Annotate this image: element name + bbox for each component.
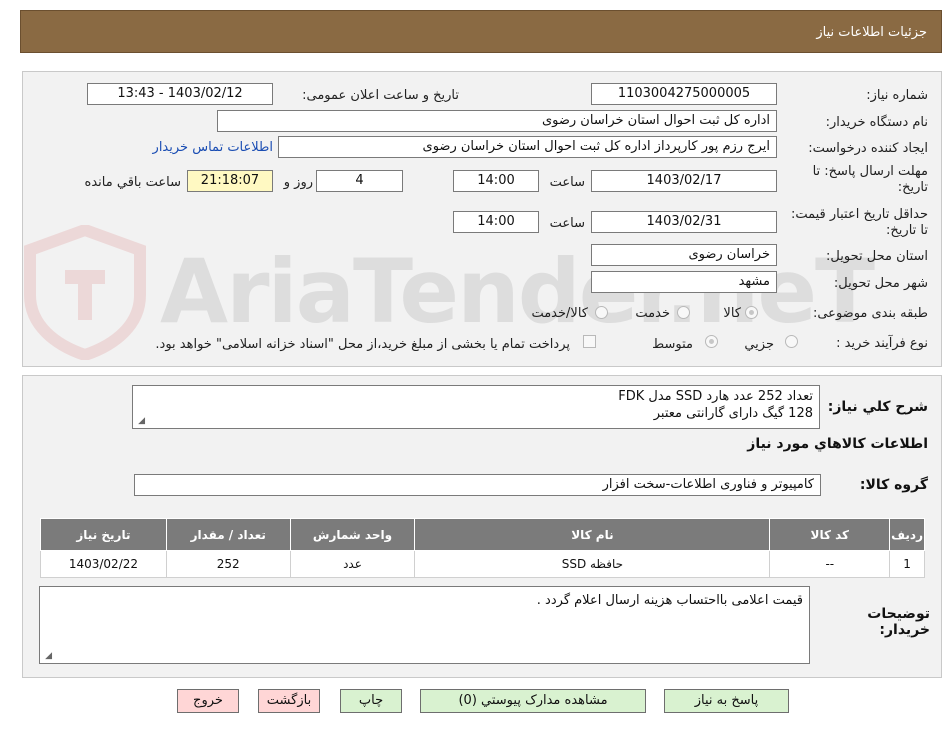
purchase-medium-label: متوسط — [652, 337, 693, 352]
need-description-label: شرح کلي نياز: — [827, 399, 928, 415]
need-number-label: شماره نیاز: — [866, 88, 928, 103]
buyer-org-label: نام دستگاه خریدار: — [825, 115, 928, 130]
reply-button[interactable]: پاسخ به نیاز — [664, 689, 789, 713]
category-goods-service-label: کالا/خدمت — [531, 306, 588, 321]
buyer-contact-link[interactable]: اطلاعات تماس خریدار — [153, 140, 273, 155]
col-code-header: کد کالا — [769, 518, 891, 551]
col-qty-header: تعداد / مقدار — [165, 518, 291, 551]
days-remaining-field: 4 — [316, 170, 403, 192]
purchase-type-label: نوع فرآیند خرید : — [836, 336, 928, 351]
col-name-header: نام کالا — [414, 518, 771, 551]
col-unit-header: واحد شمارش — [289, 518, 416, 551]
validity-label: حداقل تاریخ اعتبار قیمت: تا تاریخ: — [790, 207, 928, 238]
goods-section-title: اطلاعات کالاهاي مورد نياز — [747, 436, 928, 452]
province-field: خراسان رضوی — [591, 244, 777, 266]
validity-time-label: ساعت — [549, 216, 585, 231]
resize-handle-icon[interactable]: ◢ — [135, 416, 145, 426]
category-radio-goods-service[interactable] — [595, 306, 608, 319]
goods-group-label: گروه کالا: — [859, 477, 928, 493]
resize-handle-icon[interactable]: ◢ — [42, 651, 52, 661]
validity-date-field: 1403/02/31 — [591, 211, 777, 233]
buyer-notes-text: قیمت اعلامی بااحتساب هزینه ارسال اعلام گ… — [536, 593, 803, 608]
buyer-notes-label: توضیحات خریدار: — [867, 606, 930, 638]
page-header: جزئیات اطلاعات نیاز — [20, 10, 942, 53]
deadline-time-label: ساعت — [549, 175, 585, 190]
days-label: روز و — [283, 175, 313, 190]
goods-table: رديف کد کالا نام کالا واحد شمارش تعداد /… — [40, 518, 925, 578]
validity-time-field: 14:00 — [453, 211, 539, 233]
category-service-label: خدمت — [635, 306, 670, 321]
exit-button[interactable]: خروج — [177, 689, 239, 713]
print-button[interactable]: چاپ — [340, 689, 402, 713]
announce-label: تاریخ و ساعت اعلان عمومی: — [302, 88, 459, 103]
row-number-cell: 1 — [889, 550, 925, 578]
province-label: استان محل تحویل: — [826, 249, 928, 264]
page-title: جزئیات اطلاعات نیاز — [816, 25, 927, 40]
announce-date-field: 1403/02/12 - 13:43 — [87, 83, 273, 105]
view-attachments-button[interactable]: مشاهده مدارک پیوستي (0) — [420, 689, 646, 713]
category-radio-goods[interactable] — [745, 306, 758, 319]
requester-field: ایرج رزم پور کارپرداز اداره کل ثبت احوال… — [278, 136, 777, 158]
back-button[interactable]: بازگشت — [258, 689, 320, 713]
unit-cell: عدد — [289, 550, 416, 578]
remaining-time-field: 21:18:07 — [187, 170, 273, 192]
payment-note: پرداخت تمام یا بخشی از مبلغ خرید،از محل … — [155, 337, 570, 352]
category-label: طبقه بندی موضوعی: — [812, 306, 928, 321]
need-description-line-2: 128 گیگ دارای گارانتی معتبر — [653, 406, 813, 421]
quantity-cell: 252 — [165, 550, 291, 578]
goods-table-header: رديف کد کالا نام کالا واحد شمارش تعداد /… — [40, 518, 925, 551]
requester-label: ایجاد کننده درخواست: — [808, 141, 928, 156]
buyer-org-field: اداره کل ثبت احوال استان خراسان رضوی — [217, 110, 777, 132]
item-code-cell: -- — [769, 550, 891, 578]
deadline-label: مهلت ارسال پاسخ: تا تاریخ: — [812, 164, 928, 195]
purchase-radio-minor[interactable] — [785, 335, 798, 348]
purchase-minor-label: جزیي — [744, 337, 774, 352]
deadline-time-field: 14:00 — [453, 170, 539, 192]
deadline-date-field: 1403/02/17 — [591, 170, 777, 192]
need-date-cell: 1403/02/22 — [40, 550, 167, 578]
item-name-cell: حافظه SSD — [414, 550, 771, 578]
city-field: مشهد — [591, 271, 777, 293]
goods-table-grid: رديف کد کالا نام کالا واحد شمارش تعداد /… — [40, 518, 925, 578]
col-row-header: رديف — [889, 518, 925, 551]
category-goods-label: کالا — [723, 306, 741, 321]
buyer-notes-field: قیمت اعلامی بااحتساب هزینه ارسال اعلام گ… — [39, 586, 810, 664]
category-radio-service[interactable] — [677, 306, 690, 319]
remaining-label: ساعت باقي مانده — [84, 175, 181, 190]
col-date-header: تاریخ نیاز — [40, 518, 167, 551]
need-description-field: تعداد 252 عدد هارد SSD مدل FDK 128 گیگ د… — [132, 385, 820, 429]
city-label: شهر محل تحویل: — [833, 276, 928, 291]
table-row: 1 -- حافظه SSD عدد 252 1403/02/22 — [40, 550, 925, 578]
need-number-field: 1103004275000005 — [591, 83, 777, 105]
purchase-radio-medium[interactable] — [705, 335, 718, 348]
goods-group-field: کامپیوتر و فناوری اطلاعات-سخت افزار — [134, 474, 821, 496]
treasury-payment-checkbox[interactable] — [583, 335, 596, 348]
need-description-line-1: تعداد 252 عدد هارد SSD مدل FDK — [618, 389, 813, 404]
